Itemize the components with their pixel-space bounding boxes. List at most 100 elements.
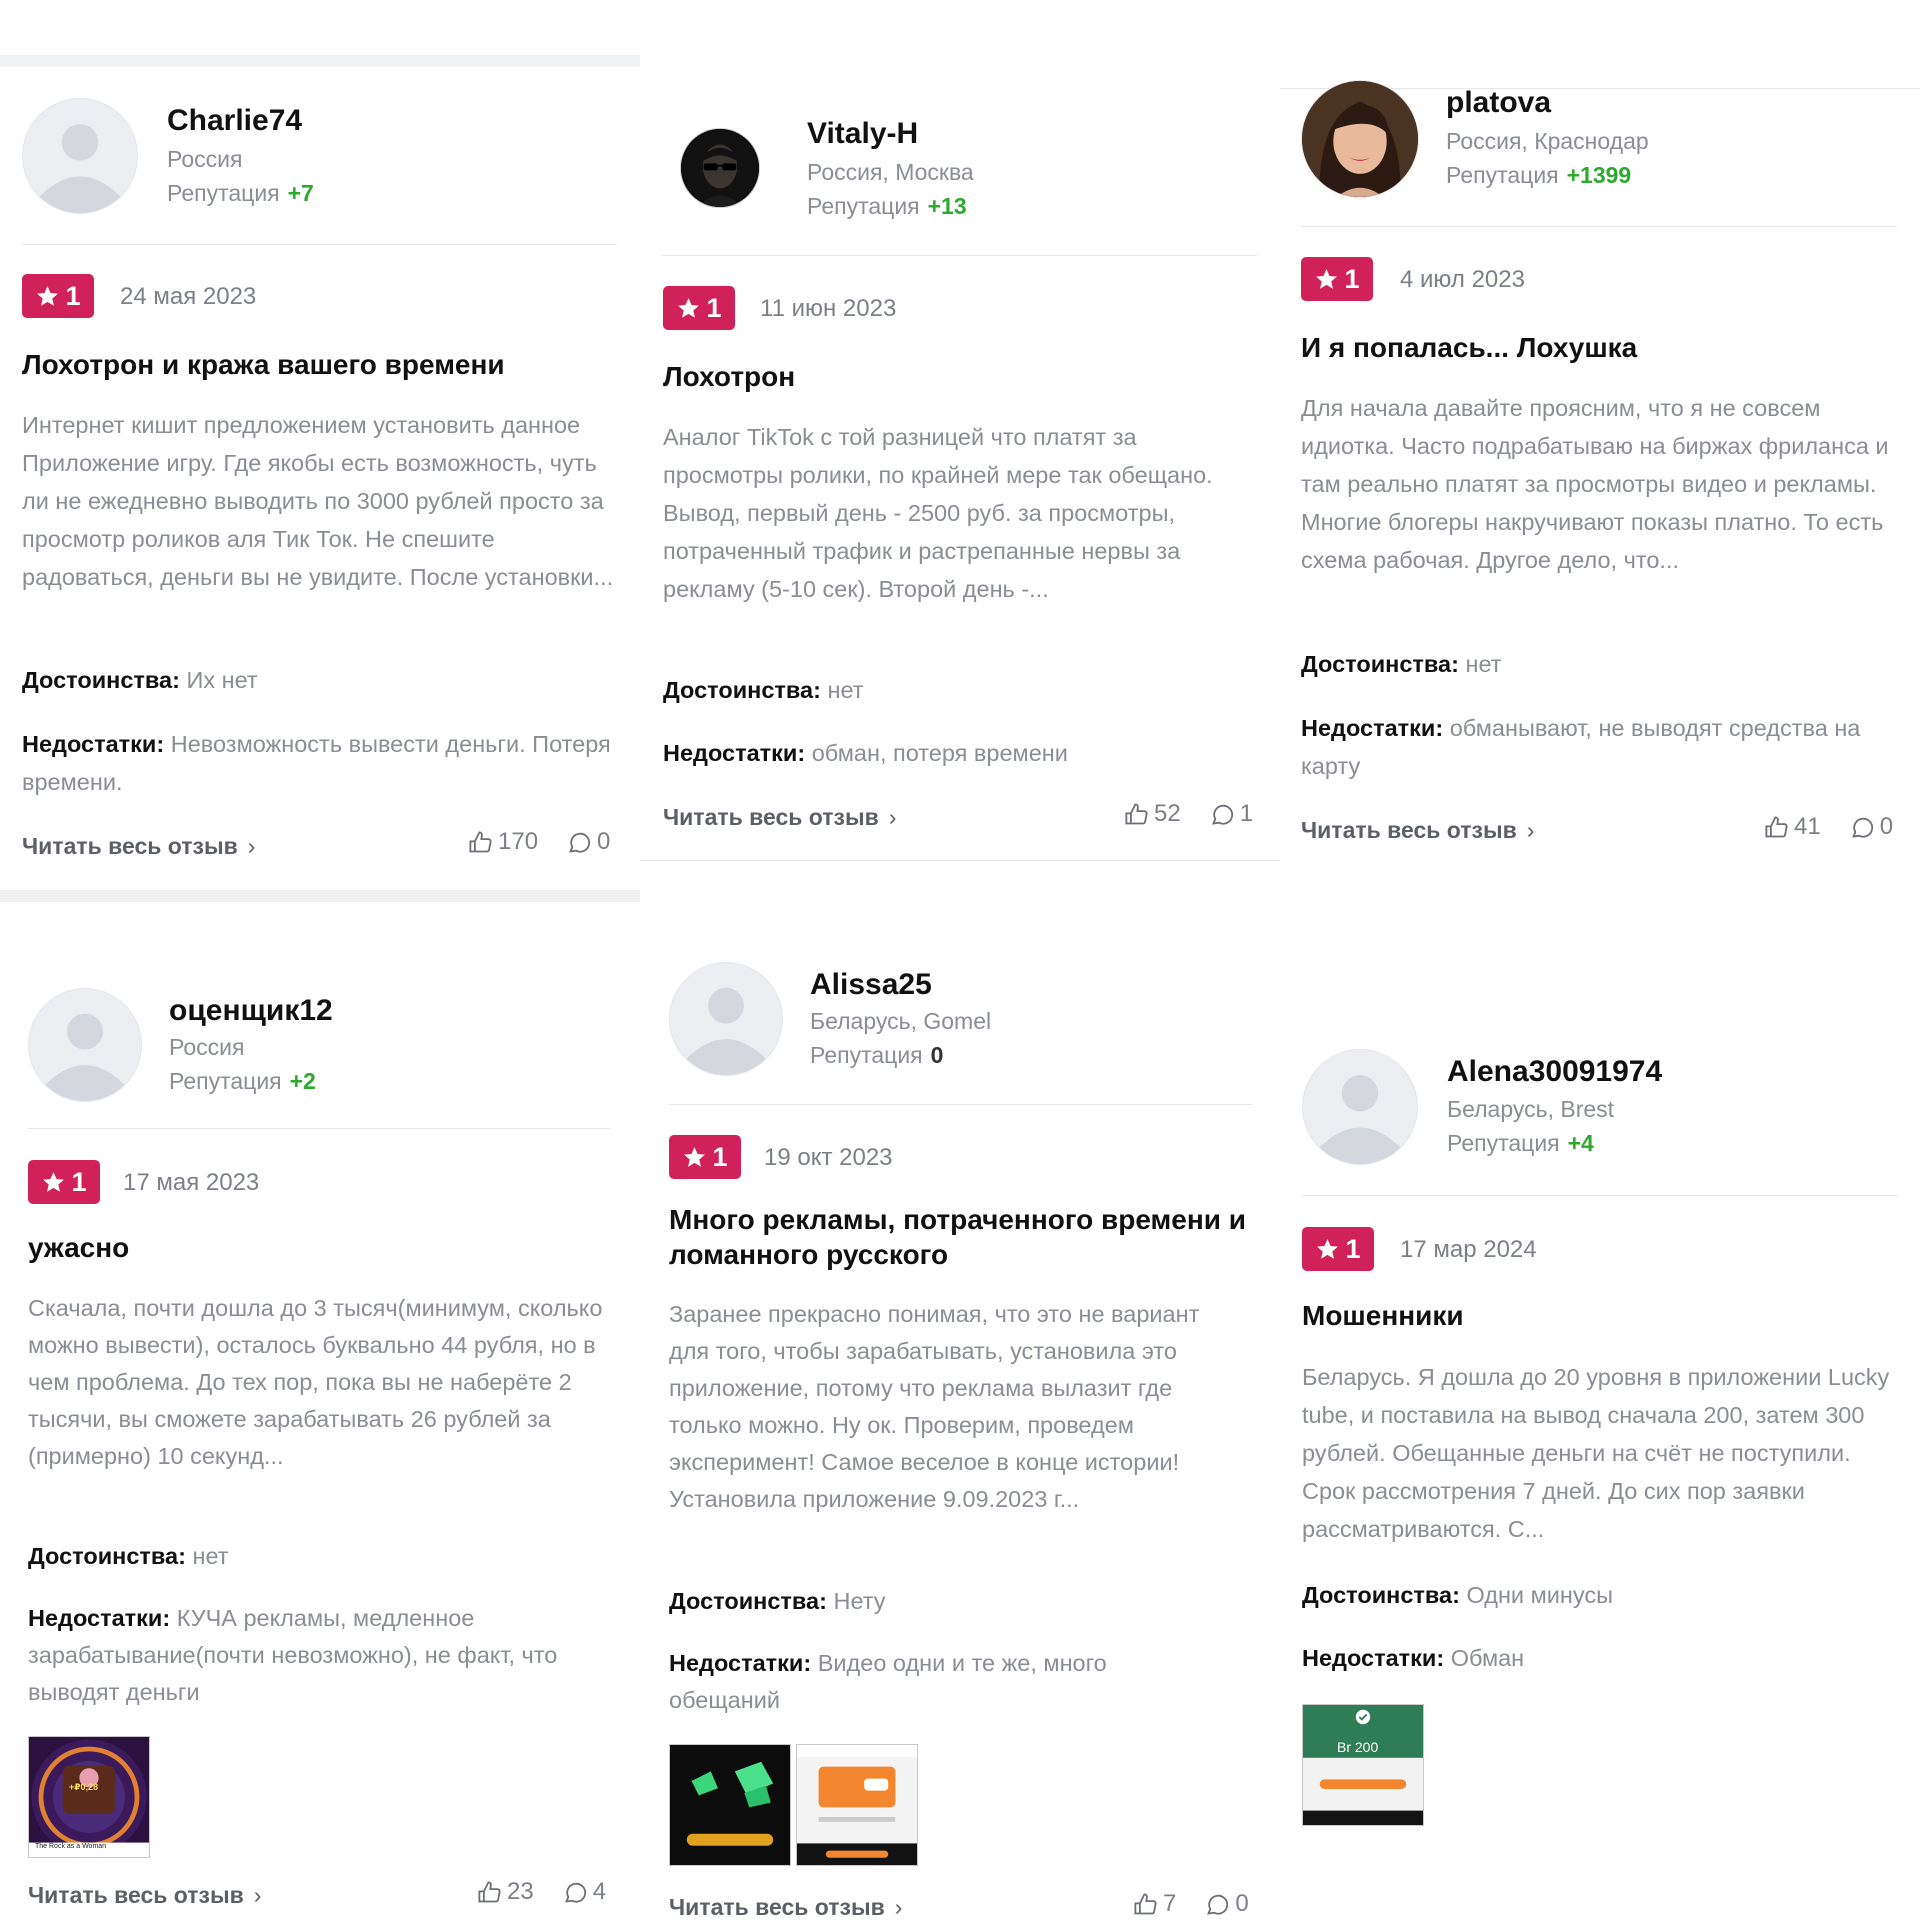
default-avatar-icon[interactable]: [22, 98, 138, 214]
rating-badge: 1: [663, 286, 735, 330]
like-count: 170: [498, 828, 539, 855]
review-pros: Достоинства: нет: [28, 1543, 229, 1569]
review-date: 11 июн 2023: [760, 295, 897, 322]
review-card: Alena30091974 Беларусь, Brest Репутация +…: [1280, 902, 1920, 1920]
like-count: 7: [1163, 1890, 1177, 1917]
review-pros: Достоинства: Одни минусы: [1302, 1582, 1613, 1608]
review-title[interactable]: Лохотрон: [663, 359, 1263, 394]
author-location: Россия: [167, 146, 243, 172]
default-avatar-icon[interactable]: [669, 962, 783, 1076]
review-cons: Недостатки: обманывают, не выводят средс…: [1301, 715, 1861, 779]
rating-badge: 1: [28, 1160, 100, 1204]
photo-caption: +₽0,28: [69, 1782, 99, 1792]
review-stats: 7 0: [1132, 1890, 1249, 1918]
review-date: 24 мая 2023: [120, 283, 257, 310]
thumbs-up-icon[interactable]: [1132, 1891, 1159, 1918]
review-cons: Недостатки: КУЧА рекламы, медленное зара…: [28, 1605, 558, 1705]
author-location: Беларусь, Brest: [1447, 1096, 1615, 1122]
review-photo[interactable]: Br 200: [1302, 1704, 1424, 1826]
rating-badge: 1: [1301, 257, 1373, 301]
divider: [22, 244, 617, 245]
divider: [1302, 1195, 1898, 1196]
divider: [1301, 226, 1897, 227]
author-name[interactable]: Alissa25: [810, 968, 932, 1002]
read-full-review-link[interactable]: Читать весь отзыв ›: [669, 1894, 902, 1921]
sunglasses-avatar-photo[interactable]: [680, 128, 760, 208]
like-count: 41: [1794, 813, 1821, 840]
star-icon: [684, 1146, 706, 1167]
review-date: 17 мая 2023: [123, 1169, 260, 1196]
review-cons: Недостатки: Невозможность вывести деньги…: [22, 731, 611, 795]
comment-icon[interactable]: [566, 829, 593, 856]
like-count: 23: [507, 1878, 534, 1905]
review-text: Скачала, почти дошла до 3 тысяч(минимум,…: [28, 1295, 603, 1469]
review-card: platova Россия, Краснодар Репутация +1399…: [1280, 0, 1920, 880]
card-separator-band: [0, 890, 640, 902]
author-name[interactable]: Vitaly-H: [807, 117, 918, 151]
author-name[interactable]: Alena30091974: [1447, 1055, 1662, 1089]
comment-icon[interactable]: [1209, 801, 1236, 828]
author-location: Россия, Краснодар: [1446, 128, 1649, 154]
review-cons: Недостатки: Обман: [1302, 1645, 1525, 1671]
review-card: Charlie74 Россия Репутация +7 1 24 мая 20…: [0, 0, 640, 890]
star-icon: [37, 285, 59, 306]
divider: [640, 860, 1280, 861]
review-stats: 170 0: [467, 828, 610, 856]
author-reputation: Репутация +4: [1447, 1130, 1594, 1156]
review-card: Vitaly-H Россия, Москва Репутация +13 1 1…: [640, 0, 1280, 860]
author-location: Россия: [169, 1034, 245, 1060]
review-pros: Достоинства: Нету: [669, 1588, 886, 1614]
review-date: 17 мар 2024: [1400, 1236, 1537, 1263]
comment-count: 0: [597, 828, 611, 855]
divider: [28, 1128, 610, 1129]
default-avatar-icon[interactable]: [28, 988, 142, 1102]
review-title[interactable]: Много рекламы, потраченного времени и ло…: [669, 1202, 1254, 1272]
read-full-review-link[interactable]: Читать весь отзыв ›: [1301, 817, 1534, 844]
review-text: Заранее прекрасно понимая, что это не ва…: [669, 1301, 1200, 1512]
read-full-review-link[interactable]: Читать весь отзыв ›: [663, 804, 896, 831]
review-stats: 23 4: [476, 1878, 606, 1906]
author-reputation: Репутация +7: [167, 180, 314, 206]
review-title[interactable]: Лохотрон и кража вашего времени: [22, 347, 622, 382]
author-reputation: Репутация +13: [807, 193, 967, 219]
review-date: 4 июл 2023: [1400, 266, 1525, 293]
comment-count: 0: [1879, 813, 1894, 840]
rating-badge: 1: [22, 274, 94, 318]
thumbs-up-icon[interactable]: [476, 1879, 503, 1906]
review-title[interactable]: ужасно: [28, 1230, 623, 1265]
comment-icon[interactable]: [1204, 1891, 1231, 1918]
author-location: Россия, Москва: [807, 159, 974, 185]
rating-badge: 1: [669, 1135, 741, 1179]
comment-icon[interactable]: [562, 1879, 589, 1906]
review-photo[interactable]: +₽0,28 The Rock as a Woman: [28, 1736, 150, 1858]
comment-count: 1: [1239, 800, 1254, 827]
review-title[interactable]: И я попалась... Лохушка: [1301, 330, 1906, 365]
review-cons: Недостатки: Видео одни и те же, много об…: [669, 1650, 1107, 1713]
read-full-review-link[interactable]: Читать весь отзыв ›: [28, 1882, 261, 1909]
review-title[interactable]: Мошенники: [1302, 1298, 1902, 1333]
review-photo[interactable]: money-screenshot: [669, 1744, 791, 1866]
author-name[interactable]: Charlie74: [167, 104, 302, 138]
author-reputation: Репутация +2: [169, 1068, 316, 1094]
review-cons: Недостатки: обман, потеря времени: [663, 740, 1068, 766]
thumbs-up-icon[interactable]: [467, 829, 494, 856]
default-avatar-icon[interactable]: [1302, 1049, 1418, 1165]
divider: [662, 255, 1257, 256]
star-icon: [1316, 268, 1338, 289]
review-text: Беларусь. Я дошла до 20 уровня в приложе…: [1302, 1364, 1890, 1542]
woman-avatar-photo[interactable]: [1301, 80, 1419, 198]
review-date: 19 окт 2023: [764, 1144, 893, 1171]
review-stats: 41 0: [1763, 813, 1893, 841]
review-card: оценщик12 Россия Репутация +2 1 17 мая 20…: [0, 902, 640, 1920]
star-icon: [1317, 1238, 1339, 1259]
author-name[interactable]: оценщик12: [169, 994, 333, 1028]
comment-icon[interactable]: [1849, 814, 1876, 841]
author-reputation: Репутация +1399: [1446, 162, 1632, 188]
review-pros: Достоинства: Их нет: [22, 667, 258, 693]
review-photo[interactable]: payout-screenshot: [796, 1744, 918, 1866]
review-text: Для начала давайте проясним, что я не со…: [1301, 395, 1889, 573]
read-full-review-link[interactable]: Читать весь отзыв ›: [22, 833, 255, 860]
thumbs-up-icon[interactable]: [1123, 801, 1150, 828]
thumbs-up-icon[interactable]: [1763, 814, 1790, 841]
author-name[interactable]: platova: [1446, 86, 1551, 120]
